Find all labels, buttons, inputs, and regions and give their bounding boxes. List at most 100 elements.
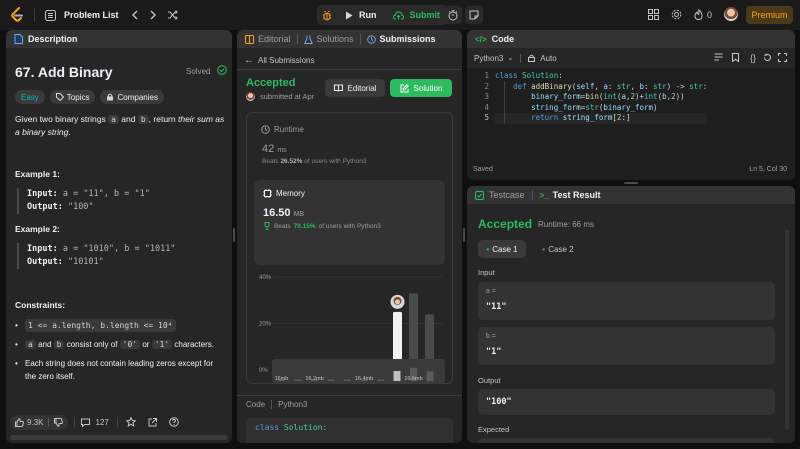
share-icon[interactable] bbox=[148, 417, 157, 427]
post-solution-button[interactable]: Solution bbox=[390, 79, 452, 97]
test-status: Accepted bbox=[478, 217, 533, 231]
prev-problem-icon[interactable] bbox=[131, 10, 139, 20]
tab-test-result[interactable]: Test Result bbox=[553, 190, 601, 200]
memory-beats-percent: 70.15% bbox=[293, 222, 316, 230]
debug-icon[interactable] bbox=[317, 5, 337, 25]
topics-label: Topics bbox=[66, 92, 90, 102]
tab-testcase[interactable]: Testcase bbox=[489, 190, 525, 200]
tab-editorial[interactable]: Editorial bbox=[258, 34, 291, 44]
tab-submissions[interactable]: Submissions bbox=[380, 34, 436, 44]
statement-text: Given two binary strings bbox=[15, 114, 106, 124]
language-select[interactable]: Python3 bbox=[474, 54, 503, 63]
thumbs-up-icon[interactable] bbox=[15, 417, 24, 427]
ex1-input-label: Input: bbox=[27, 189, 58, 199]
back-to-submissions[interactable]: ← All Submissions bbox=[244, 55, 314, 66]
code-line: def addBinary(self, a: str, b: str) -> s… bbox=[513, 81, 708, 91]
runtime-beats-prefix: Beats bbox=[262, 158, 279, 165]
chart-y-tick-label: 0% bbox=[259, 368, 268, 374]
constraint-item: • Each string does not contain leading z… bbox=[15, 357, 223, 383]
companies-pill[interactable]: Companies bbox=[100, 90, 164, 104]
auto-mode-toggle[interactable]: Auto bbox=[540, 54, 556, 63]
edit-icon bbox=[400, 83, 409, 92]
description-tab: Description bbox=[28, 34, 78, 44]
code-preview-keyword: class bbox=[255, 423, 280, 432]
divider bbox=[359, 34, 361, 44]
editorial-button-label: Editorial bbox=[347, 83, 377, 93]
bookmark-icon[interactable] bbox=[732, 52, 739, 64]
braces-icon[interactable]: {} bbox=[750, 53, 756, 63]
divider bbox=[271, 400, 273, 409]
flask-icon bbox=[303, 35, 313, 44]
output-label: Output bbox=[478, 376, 501, 385]
memory-overview-strip[interactable]: 16mb 16.2mb 16.4mb 16.6mb bbox=[272, 359, 445, 383]
panel-resize-handle[interactable] bbox=[624, 182, 638, 184]
submitted-at: submitted at Apr bbox=[260, 92, 315, 101]
case-2-tab[interactable]: • Case 2 bbox=[537, 240, 579, 258]
constraint-1: 1 <= a.length, b.length <= 10⁴ bbox=[25, 319, 176, 332]
expand-icon[interactable] bbox=[778, 52, 787, 64]
user-avatar[interactable] bbox=[724, 7, 738, 21]
constraint-end: characters. bbox=[174, 340, 214, 349]
panel-resize-handle[interactable] bbox=[233, 228, 235, 242]
reset-icon[interactable] bbox=[763, 53, 772, 64]
chart-user-avatar-face bbox=[395, 299, 400, 305]
memory-value-row: 16.50 MB bbox=[263, 207, 304, 219]
code-editor[interactable]: class Solution: def addBinary(self, a: s… bbox=[495, 71, 708, 124]
editorial-button[interactable]: Editorial bbox=[325, 79, 385, 97]
difficulty-badge[interactable]: Easy bbox=[15, 90, 45, 104]
divider bbox=[237, 69, 462, 70]
leetcode-logo-icon[interactable] bbox=[10, 7, 24, 23]
notes-icon[interactable] bbox=[465, 6, 483, 24]
problem-list-link[interactable]: Problem List bbox=[64, 10, 119, 20]
settings-gear-icon[interactable] bbox=[671, 9, 682, 20]
pass-dot-icon: • bbox=[486, 244, 490, 254]
format-lines-icon[interactable] bbox=[714, 53, 723, 63]
description-action-bar: 9.3K 127 bbox=[6, 412, 232, 432]
test-runtime: Runtime: 66 ms bbox=[538, 220, 595, 229]
panel-resize-handle[interactable] bbox=[463, 228, 465, 242]
star-icon[interactable] bbox=[125, 417, 136, 427]
user-avatar bbox=[246, 92, 255, 101]
line-number: 5 bbox=[484, 113, 489, 122]
premium-button[interactable]: Premium bbox=[746, 6, 793, 24]
like-dislike-group: 9.3K bbox=[10, 414, 69, 430]
code-brackets-icon: </> bbox=[475, 34, 487, 44]
ex1-output: "100" bbox=[67, 202, 94, 212]
layout-grid-icon[interactable] bbox=[648, 9, 659, 20]
help-icon[interactable] bbox=[169, 417, 179, 427]
output-value: "100" bbox=[486, 397, 512, 407]
case-1-tab[interactable]: • Case 1 bbox=[478, 240, 526, 258]
horizontal-scrollbar[interactable] bbox=[10, 435, 228, 440]
comment-icon[interactable] bbox=[81, 418, 91, 427]
timer-icon[interactable] bbox=[444, 6, 462, 24]
expected-label: Expected bbox=[478, 425, 510, 434]
description-tab-header[interactable]: Description bbox=[6, 30, 232, 48]
code-tab-header[interactable]: </> Code bbox=[467, 30, 795, 48]
topics-pill[interactable]: Topics bbox=[49, 90, 96, 104]
runtime-label: Runtime bbox=[274, 125, 304, 134]
line-number: 2 bbox=[484, 81, 489, 91]
chart-y-tick-label: 40% bbox=[259, 275, 272, 281]
code-preview-label: Code bbox=[246, 400, 266, 409]
constraint-and: and bbox=[38, 340, 52, 349]
thumbs-down-icon[interactable] bbox=[54, 417, 64, 427]
shuffle-icon[interactable] bbox=[167, 10, 178, 20]
next-problem-icon[interactable] bbox=[149, 10, 157, 20]
input-label: Input bbox=[478, 268, 495, 277]
tab-solutions[interactable]: Solutions bbox=[317, 34, 354, 44]
list-icon[interactable] bbox=[45, 9, 56, 21]
var-a: a bbox=[108, 115, 119, 124]
solution-button-label: Solution bbox=[413, 83, 443, 93]
run-button[interactable]: Run bbox=[337, 5, 385, 25]
like-count: 9.3K bbox=[27, 417, 44, 427]
memory-header: Memory bbox=[263, 189, 305, 198]
input-b-label: b = bbox=[486, 333, 496, 340]
fire-streak-icon[interactable] bbox=[694, 9, 703, 20]
vertical-scrollbar[interactable] bbox=[785, 230, 789, 430]
case-1-label: Case 1 bbox=[492, 244, 518, 254]
memory-label: Memory bbox=[276, 189, 305, 198]
submit-button[interactable]: Submit bbox=[385, 5, 449, 25]
code-preview-class: Solution: bbox=[283, 423, 328, 432]
runtime-header[interactable]: Runtime bbox=[261, 125, 304, 134]
code-preview-block: class Solution: bbox=[246, 418, 453, 443]
